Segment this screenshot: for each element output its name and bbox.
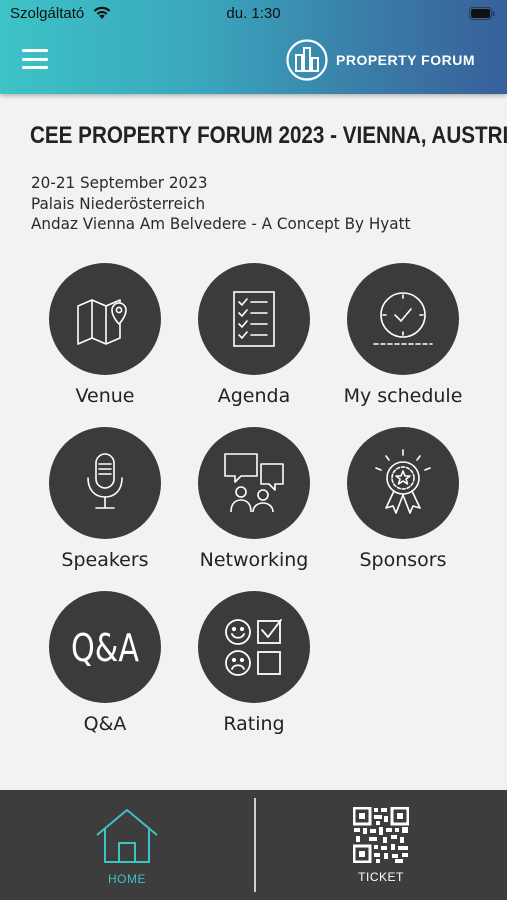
- app-header: Szolgáltató du. 1:30 PROPERTY FORUM: [0, 0, 507, 94]
- logo-text: PROPERTY FORUM: [336, 52, 475, 68]
- nav-home-label: HOME: [108, 872, 146, 886]
- home-icon: [96, 809, 158, 863]
- qa-text-icon: Q&A: [71, 626, 139, 670]
- award-badge-icon: [375, 449, 431, 514]
- event-venue-line2: Andaz Vienna Am Belvedere - A Concept By…: [31, 214, 411, 233]
- tile-label: Networking: [199, 549, 309, 571]
- nav-home-button[interactable]: HOME: [0, 790, 254, 900]
- property-forum-logo: PROPERTY FORUM: [286, 39, 475, 81]
- map-pin-icon: [77, 299, 127, 345]
- tile-label: Venue: [75, 385, 135, 407]
- battery-icon: [469, 7, 495, 24]
- tile-label: Q&A: [83, 713, 127, 735]
- event-info: 20-21 September 2023 Palais Niederösterr…: [31, 173, 410, 235]
- tile-label: My schedule: [343, 385, 463, 407]
- microphone-icon: [87, 453, 123, 509]
- bottom-navigation: HOME TICKET: [0, 790, 507, 900]
- tile-label: Sponsors: [359, 549, 447, 571]
- tile-label: Agenda: [217, 385, 291, 407]
- svg-text:Q&A: Q&A: [71, 626, 139, 670]
- event-dates: 20-21 September 2023: [31, 173, 208, 192]
- nav-ticket-button[interactable]: TICKET: [254, 790, 507, 900]
- tile-label: Rating: [223, 713, 285, 735]
- menu-bar: [22, 66, 48, 69]
- hamburger-menu-button[interactable]: [22, 49, 48, 69]
- tile-qa[interactable]: Q&A Q&A: [35, 591, 175, 741]
- nav-ticket-label: TICKET: [358, 870, 404, 884]
- tile-venue[interactable]: Venue: [35, 263, 175, 413]
- chat-people-icon: [224, 453, 284, 513]
- clock-icon: [373, 292, 433, 345]
- tile-rating[interactable]: Rating: [184, 591, 324, 741]
- status-time: du. 1:30: [226, 5, 281, 22]
- tile-sponsors[interactable]: Sponsors: [333, 427, 473, 577]
- event-title: CEE PROPERTY FORUM 2023 - VIENNA, AUSTRI…: [30, 122, 507, 149]
- tile-speakers[interactable]: Speakers: [35, 427, 175, 577]
- tile-label: Speakers: [61, 549, 149, 571]
- status-bar: Szolgáltató du. 1:30: [0, 0, 507, 28]
- menu-bar: [22, 57, 48, 61]
- tile-agenda[interactable]: Agenda: [184, 263, 324, 413]
- buildings-logo-icon: [286, 39, 328, 81]
- tile-networking[interactable]: Networking: [184, 427, 324, 577]
- menu-bar: [22, 49, 48, 52]
- event-venue-line1: Palais Niederösterreich: [31, 193, 206, 213]
- qr-code-icon: [353, 807, 409, 863]
- checklist-icon: [233, 291, 275, 347]
- tile-my-schedule[interactable]: My schedule: [333, 263, 473, 413]
- smiley-checkbox-icon: [225, 619, 282, 676]
